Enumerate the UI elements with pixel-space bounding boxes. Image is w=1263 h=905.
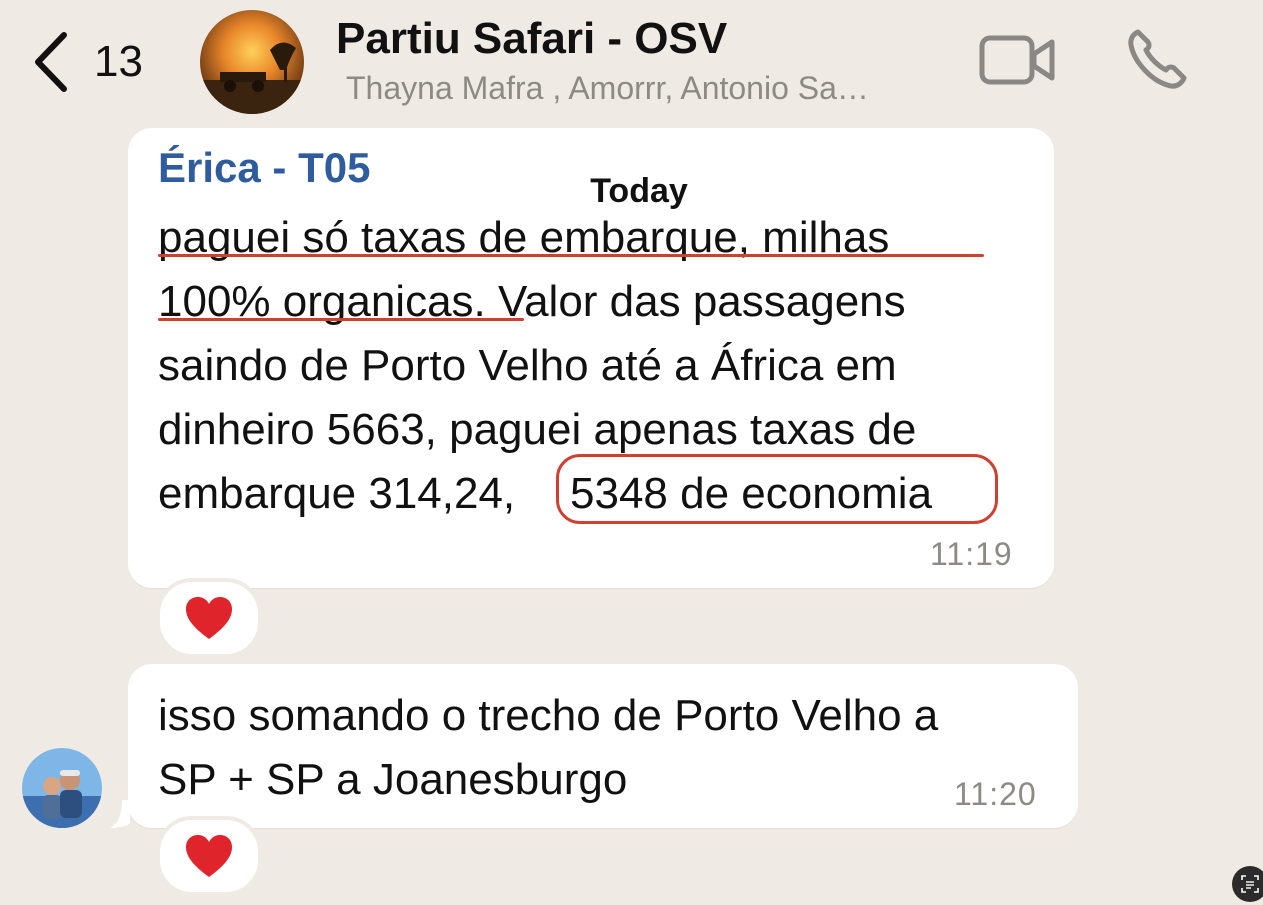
heart-icon [186,597,232,639]
chat-title[interactable]: Partiu Safari - OSV [336,14,727,64]
sender-avatar[interactable] [22,748,102,828]
message-line: SP + SP a Joanesburgo [158,755,628,804]
back-button[interactable]: 13 [32,30,162,94]
unread-count: 13 [94,37,143,86]
message-line: dinheiro 5663, paguei apenas taxas de [158,405,917,454]
message-line: embarque 314,24, [158,469,516,518]
video-call-button[interactable] [978,30,1058,90]
annotation-underline [158,254,984,257]
heart-icon [186,835,232,877]
message-time: 11:19 [930,536,1013,572]
chat-screen: 13 Partiu Safari - OSV Thayna Mafra , Am… [0,0,1263,905]
bubble-tail [110,800,130,828]
video-camera-icon [979,35,1055,85]
reaction-badge[interactable] [156,816,262,896]
voice-call-button[interactable] [1124,26,1190,92]
chat-members[interactable]: Thayna Mafra , Amorrr, Antonio Sa… [346,70,946,107]
date-divider: Today [556,162,722,218]
annotation-circle [556,454,998,524]
message-line: isso somando o trecho de Porto Velho a [158,691,939,740]
sender-name[interactable]: Érica - T05 [158,144,370,192]
phone-icon [1128,29,1187,89]
text-scan-icon [1241,875,1259,893]
text-scan-button[interactable] [1232,866,1263,902]
safari-photo [200,10,304,114]
profile-photo [22,748,102,828]
reaction-badge[interactable] [156,578,262,658]
annotation-underline [158,318,524,321]
message-bubble[interactable]: isso somando o trecho de Porto Velho a S… [128,664,1078,828]
group-avatar[interactable] [200,10,304,114]
message-line: saindo de Porto Velho até a África em [158,341,897,390]
chevron-left-icon [35,32,67,92]
message-time: 11:20 [954,776,1037,812]
